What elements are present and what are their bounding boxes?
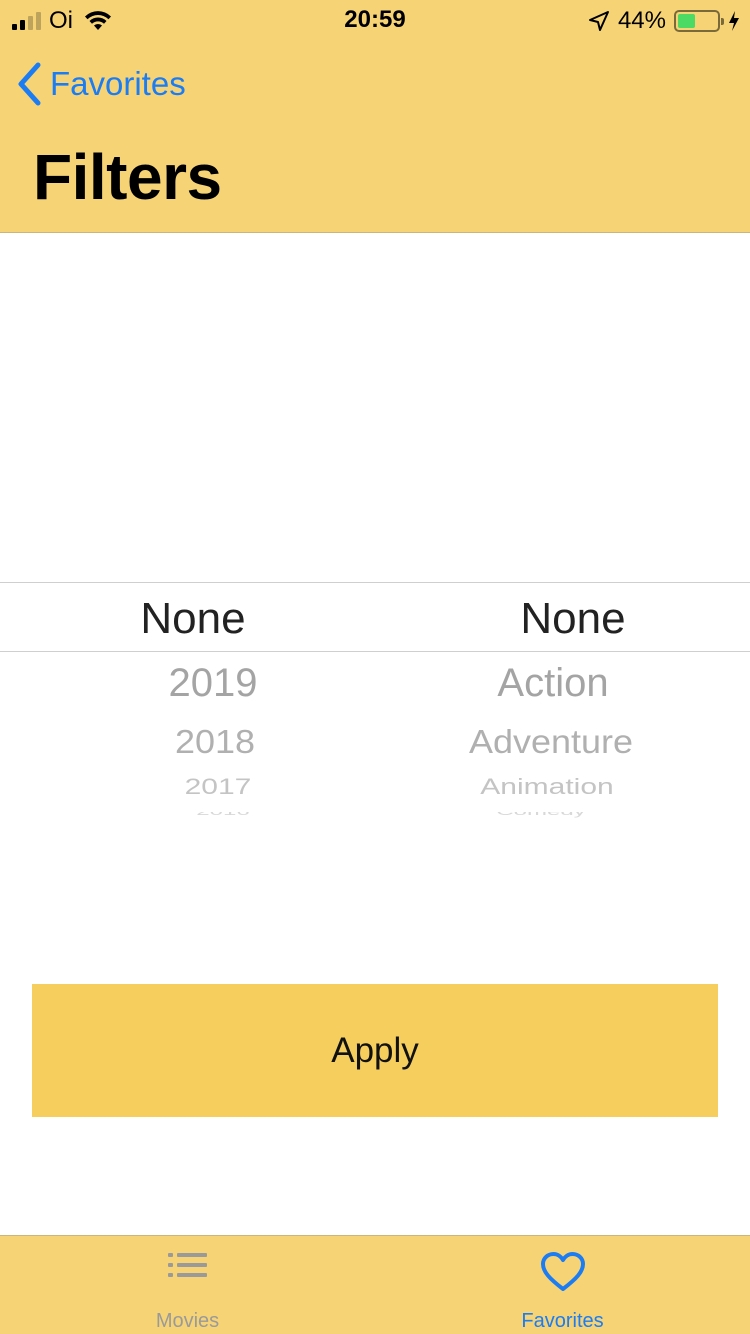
- year-option-2019[interactable]: 2019: [0, 661, 426, 706]
- chevron-left-icon: [18, 62, 41, 106]
- page-title: Filters: [33, 141, 222, 213]
- year-option-2018[interactable]: 2018: [0, 723, 430, 762]
- status-right: 44%: [588, 6, 740, 36]
- genre-option-comedy[interactable]: Comedy: [390, 812, 692, 818]
- genre-option-animation[interactable]: Animation: [390, 774, 704, 800]
- tab-bar: Movies Favorites: [0, 1235, 750, 1334]
- charging-bolt-icon: [729, 11, 739, 31]
- battery-percentage: 44%: [617, 7, 666, 34]
- year-picker-column[interactable]: None 2019 2018 2017 2016: [0, 560, 390, 840]
- tab-favorites[interactable]: Favorites: [375, 1236, 750, 1334]
- genre-selected-value[interactable]: None: [390, 594, 750, 644]
- year-selected-value[interactable]: None: [0, 594, 386, 644]
- list-icon: [167, 1253, 207, 1277]
- filter-picker[interactable]: None 2019 2018 2017 2016 None Action Adv…: [0, 560, 750, 840]
- genre-picker-column[interactable]: None Action Adventure Animation Comedy: [390, 560, 750, 840]
- location-arrow-icon: [588, 11, 609, 31]
- back-button-label: Favorites: [50, 65, 186, 102]
- apply-button[interactable]: Apply: [32, 984, 718, 1117]
- year-option-2017[interactable]: 2017: [0, 774, 436, 800]
- tab-movies[interactable]: Movies: [0, 1236, 375, 1334]
- tab-movies-label: Movies: [155, 1310, 220, 1332]
- back-button[interactable]: Favorites: [16, 62, 186, 106]
- year-option-2016[interactable]: 2016: [0, 812, 446, 818]
- battery-icon: [674, 10, 724, 32]
- navigation-header: Oi 20:59 44% Favorites Filters: [0, 0, 750, 233]
- heart-icon: [540, 1252, 585, 1291]
- status-bar: Oi 20:59 44%: [0, 0, 750, 40]
- battery-fill: [678, 14, 695, 28]
- tab-favorites-label: Favorites: [521, 1310, 604, 1332]
- genre-option-adventure[interactable]: Adventure: [390, 723, 712, 762]
- genre-option-action[interactable]: Action: [390, 661, 716, 706]
